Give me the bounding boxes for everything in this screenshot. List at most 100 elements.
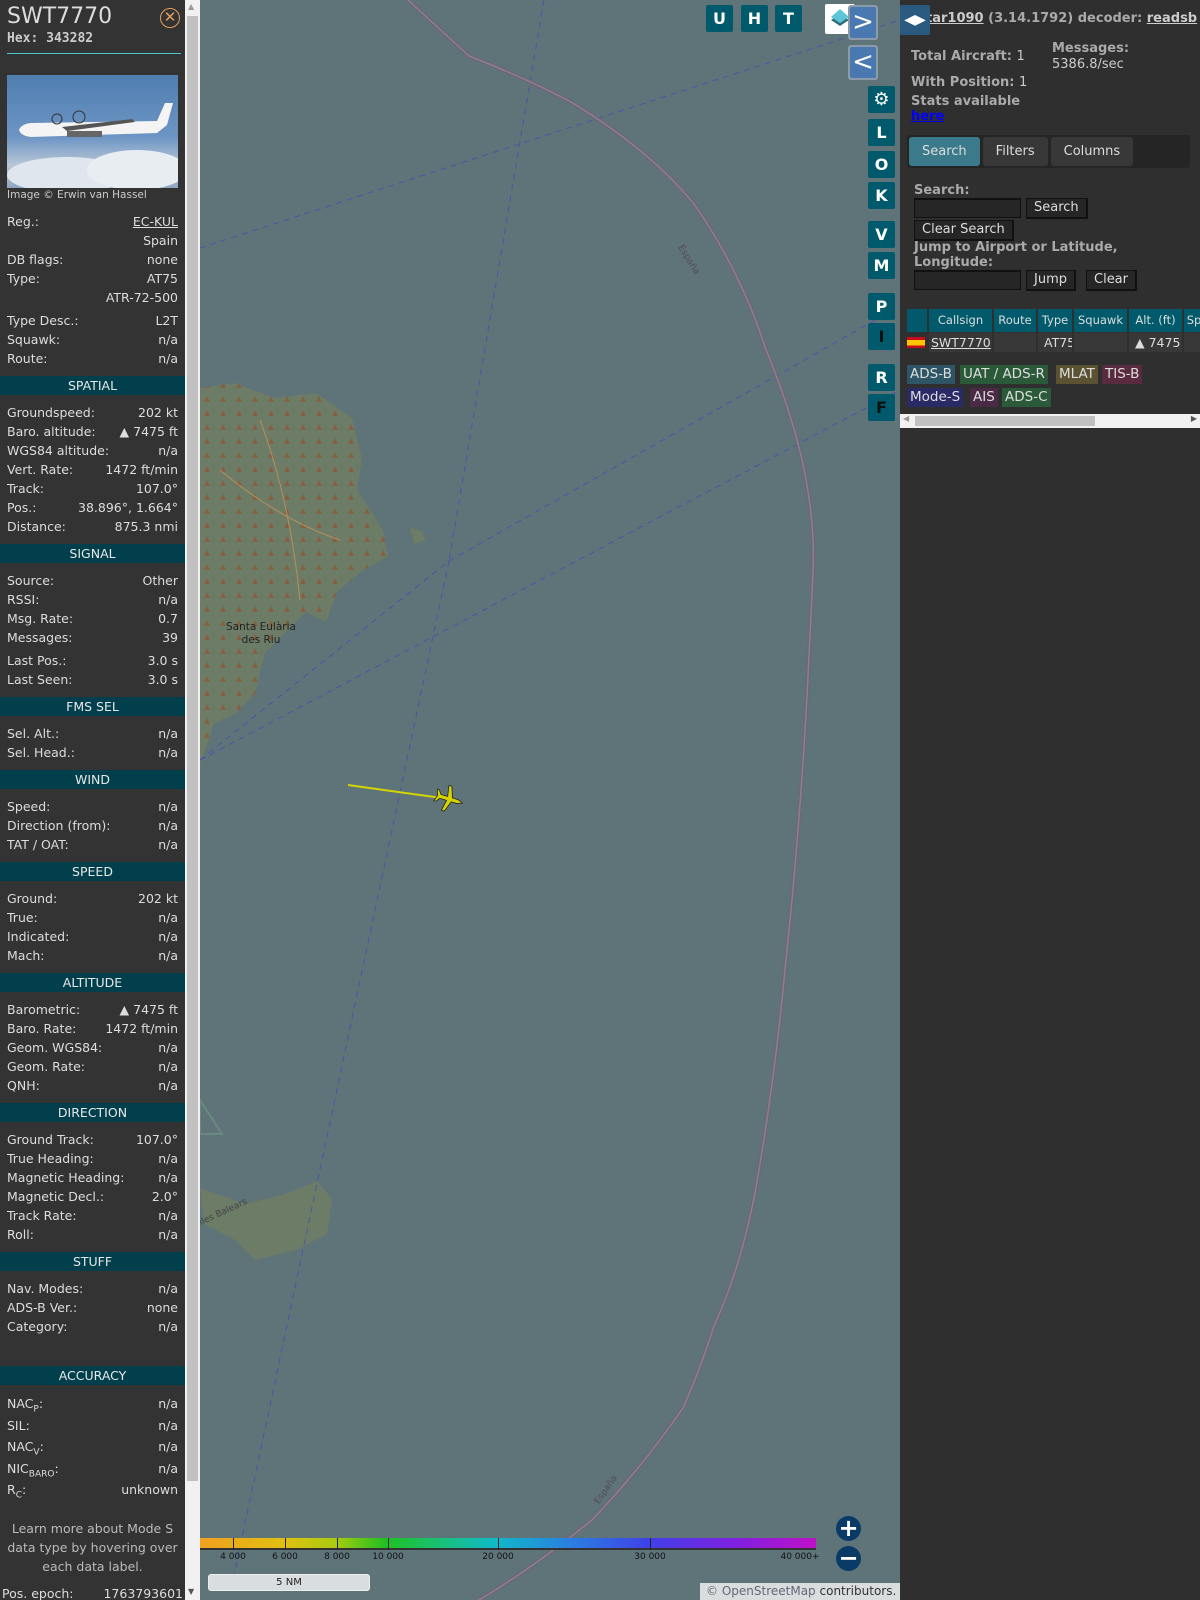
detail-label: Ground: <box>7 891 58 906</box>
tab-search[interactable]: Search <box>909 137 980 166</box>
tab-filters[interactable]: Filters <box>982 137 1048 166</box>
detail-row: Geom. WGS84: n/a <box>0 1038 185 1057</box>
toggle-k-button[interactable]: K <box>868 182 895 209</box>
detail-value: n/a <box>158 1460 178 1476</box>
jump-input[interactable] <box>914 270 1021 290</box>
range-lines <box>200 0 900 1581</box>
map-attribution: © OpenStreetMap contributors. <box>700 1583 900 1600</box>
detail-value: 38.896°, 1.664° <box>78 500 178 515</box>
map-canvas <box>200 0 900 1600</box>
detail-label: DB flags: <box>7 252 64 267</box>
epoch-value: 1763793601 <box>103 1585 183 1600</box>
decoder-link[interactable]: readsb <box>1147 11 1197 26</box>
toggle-sidebar-button[interactable]: ◀▶ <box>900 5 930 35</box>
legend-tick <box>337 1538 338 1550</box>
column-header-altft[interactable]: Alt. (ft) <box>1129 309 1182 332</box>
detail-value: 2.0° <box>151 1189 178 1204</box>
next-aircraft-button[interactable]: > <box>848 5 878 40</box>
toggle-i-button[interactable]: I <box>868 323 895 350</box>
toggle-t-button[interactable]: T <box>775 5 802 32</box>
app-link[interactable]: tar1090 <box>926 11 984 26</box>
clear-button[interactable]: Clear <box>1086 270 1137 291</box>
detail-value[interactable]: EC-KUL <box>133 212 178 231</box>
source-badge-adsb: ADS-B <box>907 365 955 384</box>
detail-value: n/a <box>158 351 178 366</box>
column-header-route[interactable]: Route <box>994 309 1036 332</box>
detail-label: Speed: <box>7 799 51 814</box>
column-header-callsign[interactable]: Callsign <box>929 309 992 332</box>
toggle-h-button[interactable]: H <box>741 5 768 32</box>
toggle-l-button[interactable]: L <box>868 119 895 146</box>
source-badge-ais: AIS <box>970 388 998 407</box>
toggle-r-button[interactable]: R <box>868 364 895 391</box>
detail-value: n/a <box>158 818 178 833</box>
app-header: tar1090 (3.14.1792) decoder: readsb <box>926 11 1198 26</box>
cell-callsign[interactable]: SWT7770 <box>929 333 992 352</box>
toggle-o-button[interactable]: O <box>868 151 895 178</box>
detail-value: n/a <box>158 948 178 963</box>
detail-label: WGS84 altitude: <box>7 443 110 458</box>
zoom-out-button[interactable]: − <box>836 1546 861 1571</box>
source-badge-mlat: MLAT <box>1056 365 1098 384</box>
detail-label: Source: <box>7 573 55 588</box>
search-button[interactable]: Search <box>1026 198 1088 219</box>
detail-label: Ground Track: <box>7 1132 94 1147</box>
detail-row: True Heading: n/a <box>0 1149 185 1168</box>
detail-row: Sel. Head.: n/a <box>0 743 185 762</box>
osm-link[interactable]: OpenStreetMap <box>722 1584 816 1598</box>
zoom-in-button[interactable]: + <box>836 1516 861 1541</box>
stats-link[interactable]: here <box>911 109 944 124</box>
jump-button[interactable]: Jump <box>1026 270 1076 291</box>
prev-aircraft-button[interactable]: < <box>848 45 878 80</box>
toggle-f-button[interactable]: F <box>868 394 895 421</box>
tab-columns[interactable]: Columns <box>1050 137 1134 166</box>
scale-bar: 5 NM <box>208 1574 370 1591</box>
detail-label: NICBARO: <box>7 1460 59 1480</box>
detail-row: Sel. Alt.: n/a <box>0 724 185 743</box>
column-header-sp[interactable]: Sp <box>1184 309 1200 332</box>
table-scrollbar[interactable]: ◀ ▶ <box>900 414 1200 428</box>
toggle-m-button[interactable]: M <box>868 252 895 279</box>
left-panel-scrollbar[interactable]: ▲ ▼ <box>185 0 200 1600</box>
detail-value: n/a <box>158 799 178 814</box>
photo-credit: Image © Erwin van Hassel <box>7 189 147 201</box>
detail-value: 107.0° <box>135 481 178 496</box>
aircraft-details: Reg.: EC-KUL Spain DB flags: none Type: AT75 AT… <box>0 212 185 1600</box>
detail-row: Baro. Rate: 1472 ft/min <box>0 1019 185 1038</box>
settings-button[interactable]: ⚙ <box>868 86 895 113</box>
detail-label: Direction (from): <box>7 818 111 833</box>
column-header-squawk[interactable]: Squawk <box>1074 309 1127 332</box>
detail-row: RC: unknown <box>0 1479 185 1501</box>
detail-label: ADS-B Ver.: <box>7 1300 78 1315</box>
search-input[interactable] <box>914 198 1021 218</box>
detail-row: NACP: n/a <box>0 1393 185 1415</box>
detail-value: 202 kt <box>138 891 178 906</box>
detail-row: Last Pos.: 3.0 s <box>0 651 185 670</box>
detail-value: n/a <box>158 726 178 741</box>
toggle-u-button[interactable]: U <box>706 5 733 32</box>
close-icon[interactable]: ✕ <box>160 8 180 28</box>
label-sub: V <box>33 1447 40 1458</box>
map[interactable]: Santa Eulària des Riu España España Illes… <box>200 0 900 1600</box>
toggle-p-button[interactable]: P <box>868 293 895 320</box>
with-position: With Position: 1 <box>911 75 1028 90</box>
aircraft-photo[interactable] <box>7 75 178 188</box>
detail-label: Route: <box>7 351 48 366</box>
label-main: NAC <box>7 1439 34 1454</box>
registration-link[interactable]: EC-KUL <box>133 214 178 229</box>
cell-flag <box>907 333 927 352</box>
toggle-v-button[interactable]: V <box>868 221 895 248</box>
column-header-flag[interactable] <box>907 309 927 332</box>
label-main: SIL <box>7 1417 26 1433</box>
spain-flag-icon <box>907 337 925 348</box>
source-badge-adsc: ADS-C <box>1002 388 1051 407</box>
messages-rate: Messages: 5386.8/sec <box>1052 41 1130 72</box>
detail-row: Speed: n/a <box>0 797 185 816</box>
source-badge-tisb: TIS-B <box>1102 365 1143 384</box>
column-header-type[interactable]: Type <box>1038 309 1072 332</box>
clear-search-button[interactable]: Clear Search <box>914 220 1014 241</box>
detail-row: Route: n/a <box>0 349 185 368</box>
label-main: NIC <box>7 1460 29 1476</box>
detail-row: SIL: n/a <box>0 1415 185 1437</box>
detail-label: Nav. Modes: <box>7 1281 84 1296</box>
